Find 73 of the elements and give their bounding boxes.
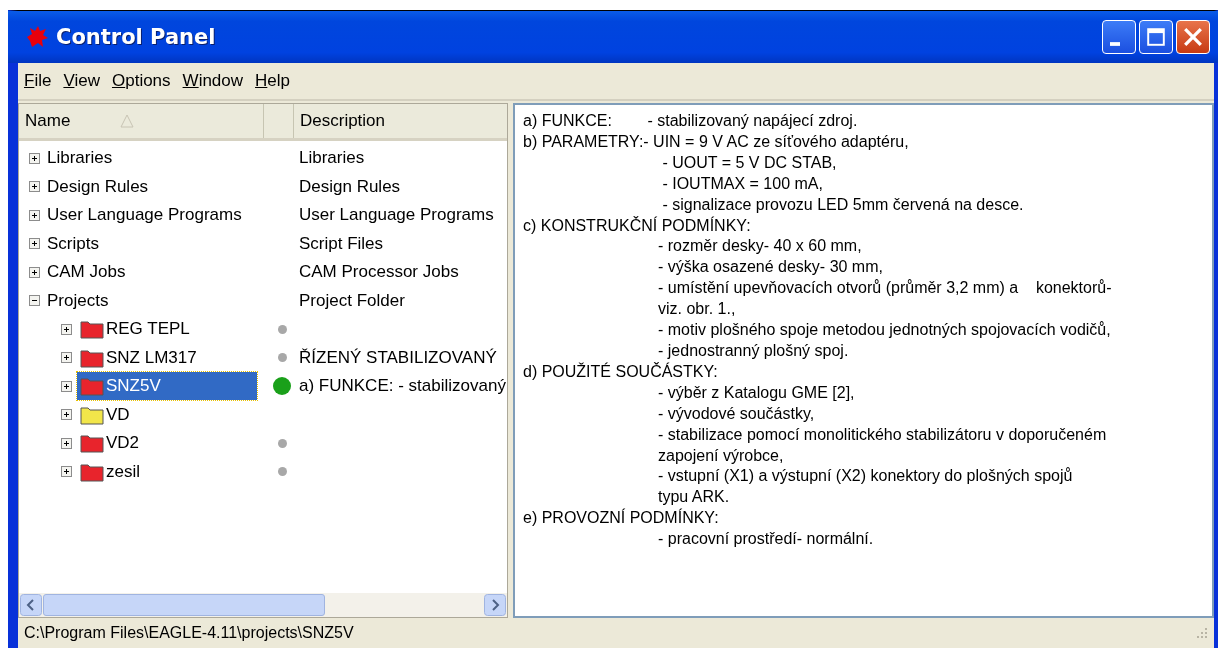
description-text: CAM Processor Jobs [298,262,459,283]
plus-box-icon[interactable] [29,152,40,164]
menu-item[interactable]: Window [182,71,244,91]
description-line: b) PARAMETRY:- UIN = 9 V AC ze síťového adaptéru, [523,131,910,152]
minimize-button[interactable] [1102,20,1136,54]
tree-item[interactable]: User Language Programs [45,204,244,227]
description-line: - signalizace provozu LED 5mm červená na desce. [661,194,1025,215]
plus-box-icon[interactable] [61,466,72,478]
plus-box-icon[interactable] [61,437,72,449]
description-line: - jednostranný plošný spoj. [657,340,850,361]
description-line: - pracovní prostředí- normální. [657,529,875,550]
menu-item[interactable]: Help [255,71,290,91]
maximize-button[interactable] [1139,20,1173,54]
description-text: Libraries [298,148,365,169]
description-line: viz. obr. 1., [657,299,737,320]
tree-item[interactable]: zesil [77,457,257,486]
menu-item[interactable]: File [24,71,52,91]
description-text: Design Rules [298,176,401,197]
menu-item[interactable]: View [63,71,100,91]
description-text: a) FUNKCE: - stabilizovaný [298,376,506,397]
description-line: - motiv plošného spoje metodou jednotných spojovacích vodičů, [657,320,1112,341]
horizontal-scrollbar[interactable] [19,593,507,617]
description-line: - stabilizace pomocí monolitického stabilizátoru v doporučeném [657,424,1108,445]
column-header[interactable]: Description [294,104,507,138]
scrollbar-thumb[interactable] [43,594,325,616]
description-line: d) POUŽITÉ SOUČÁSTKY: [523,361,719,382]
description-line: c) KONSTRUKČNÍ PODMÍNKY: [523,215,752,236]
plus-box-icon[interactable] [61,380,72,392]
plus-box-icon[interactable] [29,266,40,278]
resize-grip-icon [1196,627,1208,639]
scroll-left-icon[interactable] [20,594,42,616]
tree-item[interactable]: CAM Jobs [45,261,128,284]
tree-item[interactable]: Scripts [45,232,101,255]
plus-box-icon[interactable] [29,238,40,250]
sort-arrow-icon [120,114,135,128]
menu-item[interactable]: Options [111,71,171,91]
description-line: zapojení výrobce, [657,445,785,466]
description-line: - rozměr desky- 40 x 60 mm, [657,236,863,257]
description-line: - umístění upevňovacích otvorů (průměr 3,2 mm) a konektorů- [657,278,1113,299]
tree-item[interactable]: Projects [45,289,111,312]
description-text: Project Folder [298,290,405,311]
description-line: - vývodové součástky, [657,403,816,424]
description-line: - vstupní (X1) a výstupní (X2) konektory do plošných spojů [657,466,1074,487]
tree-item[interactable]: SNZ LM317 [77,343,257,372]
tree-item[interactable]: SNZ5V [77,372,257,401]
minus-box-icon[interactable] [29,295,40,307]
description-text: Script Files [298,233,384,254]
column-header[interactable]: Name [19,104,264,138]
description-line: - IOUTMAX = 100 mA, [661,173,824,194]
plus-box-icon[interactable] [61,323,72,335]
tree-item[interactable]: REG TEPL [77,315,257,344]
tree-item[interactable]: Libraries [45,147,115,170]
status-path: C:\Program Files\EAGLE-4.11\projects\SNZ5V [24,624,354,642]
description-text: ŘÍZENÝ STABILIZOVANÝ [298,347,497,368]
description-line: typu ARK. [657,487,731,508]
description-line: a) FUNKCE: - stabilizovaný napájecí zdroj. [523,111,859,131]
description-line: - výška osazené desky- 30 mm, [657,257,884,278]
description-line: e) PROVOZNÍ PODMÍNKY: [523,508,720,529]
window-title: Control Panel [56,25,216,49]
plus-box-icon[interactable] [29,209,40,221]
description-line: - výběr z Katalogu GME [2], [657,382,856,403]
description-line: - UOUT = 5 V DC STAB, [661,152,838,173]
close-button[interactable] [1176,20,1210,54]
plus-box-icon[interactable] [61,352,72,364]
plus-box-icon[interactable] [61,409,72,421]
tree-item[interactable]: Design Rules [45,175,151,198]
tree-item[interactable]: VD [77,400,257,429]
minimize-icon [1110,42,1120,46]
scroll-right-icon[interactable] [484,594,506,616]
flame-icon [26,25,50,49]
plus-box-icon[interactable] [29,181,40,193]
description-text: User Language Programs [298,205,494,226]
tree-item[interactable]: VD2 [77,429,257,458]
